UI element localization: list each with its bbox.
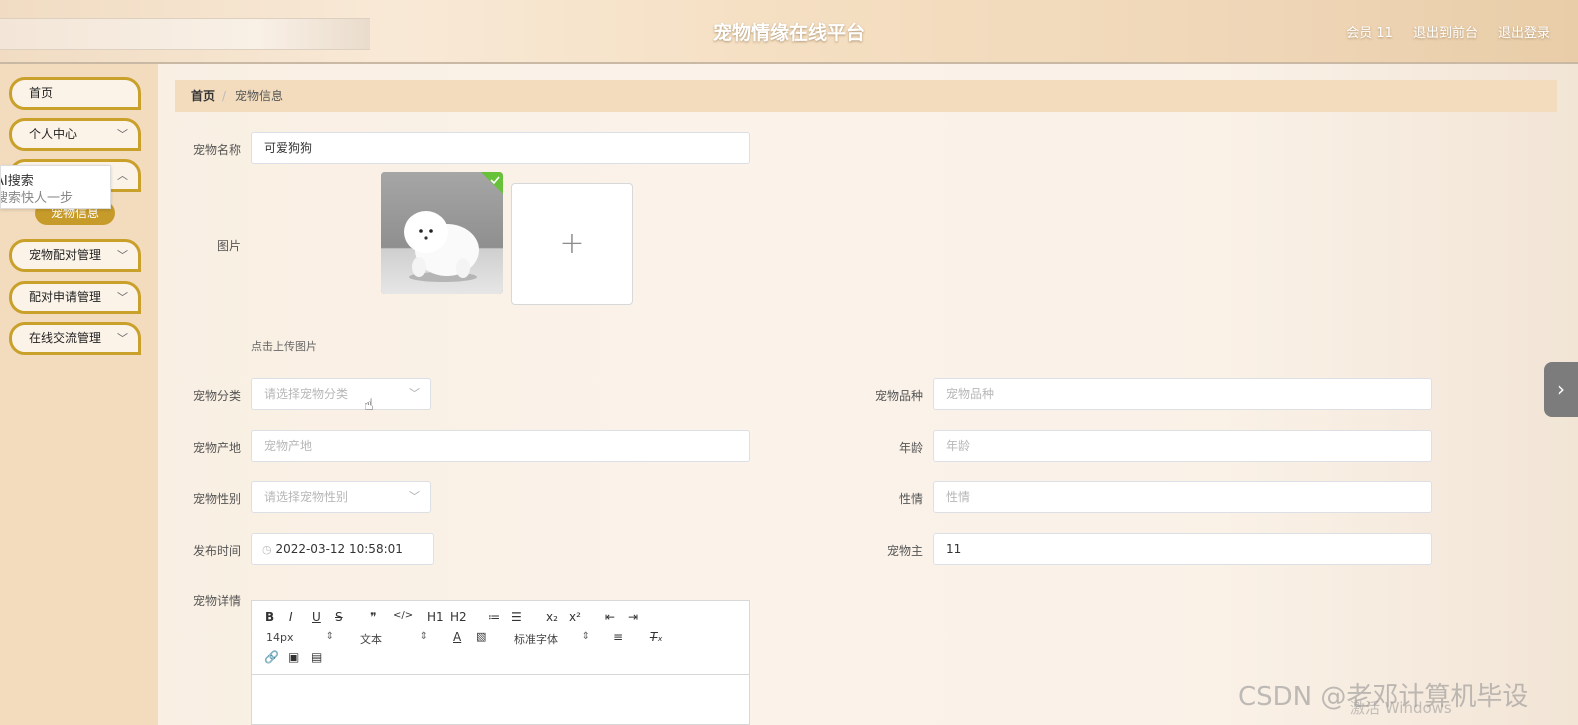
image-icon[interactable]: ▣ xyxy=(288,650,299,664)
font-size-select[interactable]: 14px ⇕ xyxy=(266,631,334,644)
gender-select[interactable]: 请选择宠物性别 ﹀ xyxy=(251,481,431,513)
bold-button[interactable]: B xyxy=(265,610,274,624)
sidebar-item-online-chat[interactable]: 在线交流管理 ﹀ xyxy=(9,322,141,355)
subscript-button[interactable]: x₂ xyxy=(546,610,558,624)
chevron-down-icon: ﹀ xyxy=(117,128,128,141)
temper-label: 性情 xyxy=(898,492,923,506)
ai-search-subtitle: 搜索快人一步 xyxy=(0,191,74,206)
chevron-down-icon: ﹀ xyxy=(117,249,128,262)
video-icon[interactable]: ▤ xyxy=(311,650,322,664)
sidebar-item-label: 配对申请管理 xyxy=(29,290,102,304)
breadcrumb: 首页 / 宠物信息 xyxy=(175,80,1557,112)
underline-button[interactable]: U xyxy=(312,610,321,624)
plus-icon: + xyxy=(559,226,585,261)
chevron-down-icon: ﹀ xyxy=(117,332,128,345)
breadcrumb-separator: / xyxy=(222,89,227,103)
font-family-value: 标准字体 xyxy=(514,633,558,646)
header-links: 会员 11 退出到前台 退出登录 xyxy=(1346,22,1550,41)
publish-time-picker[interactable]: ◷ 2022-03-12 10:58:01 xyxy=(251,533,434,565)
outdent-button[interactable]: ⇤ xyxy=(605,610,615,624)
header2-button[interactable]: H2 xyxy=(450,610,467,624)
font-family-select[interactable]: 标准字体 ⇕ xyxy=(514,631,590,647)
temper-input[interactable]: 性情 xyxy=(933,481,1432,513)
pet-name-input[interactable]: 可爱狗狗 xyxy=(251,132,750,164)
sidebar-item-pet-match[interactable]: 宠物配对管理 ﹀ xyxy=(9,239,141,272)
ordered-list-button[interactable]: ≔ xyxy=(488,610,500,624)
origin-input[interactable]: 宠物产地 xyxy=(251,430,750,462)
activate-windows-text: 激活 Windows xyxy=(1350,699,1452,717)
background-color-icon[interactable]: ▧ xyxy=(476,630,486,643)
image-label: 图片 xyxy=(216,239,241,253)
breadcrumb-home[interactable]: 首页 xyxy=(191,80,215,112)
sidebar-item-label: 宠物配对管理 xyxy=(29,248,102,262)
publish-time-value: 2022-03-12 10:58:01 xyxy=(275,542,403,556)
chevron-up-icon: ︿ xyxy=(117,169,128,182)
updown-icon: ⇕ xyxy=(581,631,590,642)
chevron-down-icon: ﹀ xyxy=(117,291,128,304)
age-input[interactable]: 年龄 xyxy=(933,430,1432,462)
updown-icon: ⇕ xyxy=(325,631,334,642)
header1-button[interactable]: H1 xyxy=(427,610,444,624)
hand-cursor-icon: ☝ xyxy=(364,395,374,414)
sidebar-item-match-apply[interactable]: 配对申请管理 ﹀ xyxy=(9,281,141,314)
editor-toolbar: B I U S ❞ </> H1 H2 ≔ ☰ x₂ x² ⇤ ⇥ 14px ⇕ … xyxy=(252,601,749,675)
text-style-value: 文本 xyxy=(360,633,382,646)
category-label: 宠物分类 xyxy=(192,389,241,403)
back-to-front-link[interactable]: 退出到前台 xyxy=(1413,22,1478,41)
sidebar-item-label: 个人中心 xyxy=(29,127,78,141)
upload-tip: 点击上传图片 xyxy=(251,340,317,353)
sidebar: 首页 个人中心 ﹀ ︿ 宠物信息 宠物配对管理 ﹀ 配对申请管理 ﹀ 在线交流管… xyxy=(0,64,158,725)
age-label: 年龄 xyxy=(898,441,923,455)
chevron-down-icon: ﹀ xyxy=(409,490,420,503)
time-label: 发布时间 xyxy=(192,544,241,558)
italic-button[interactable]: I xyxy=(289,610,293,624)
breed-label: 宠物品种 xyxy=(874,389,923,403)
ai-search-popup[interactable]: AI搜索 搜索快人一步 xyxy=(0,165,111,209)
strike-button[interactable]: S xyxy=(335,610,343,624)
blockquote-button[interactable]: ❞ xyxy=(370,610,376,624)
member-label: 会员 11 xyxy=(1346,26,1393,41)
sidebar-item-home[interactable]: 首页 xyxy=(9,77,141,110)
link-icon[interactable]: 🔗 xyxy=(264,650,279,664)
breed-input[interactable]: 宠物品种 xyxy=(933,378,1432,410)
breadcrumb-current: 宠物信息 xyxy=(235,89,284,103)
pet-photo-image xyxy=(381,172,503,294)
superscript-button[interactable]: x² xyxy=(569,610,581,624)
category-placeholder: 请选择宠物分类 xyxy=(264,387,349,401)
rich-text-editor[interactable]: B I U S ❞ </> H1 H2 ≔ ☰ x₂ x² ⇤ ⇥ 14px ⇕ … xyxy=(251,600,750,725)
sidebar-item-label: 在线交流管理 xyxy=(29,331,102,345)
bullet-list-button[interactable]: ☰ xyxy=(511,610,522,624)
clock-icon: ◷ xyxy=(262,543,272,556)
details-label: 宠物详情 xyxy=(192,594,241,608)
clear-format-icon[interactable]: T̶ₓ xyxy=(650,630,663,644)
indent-button[interactable]: ⇥ xyxy=(628,610,638,624)
font-color-icon[interactable]: A xyxy=(453,630,461,644)
chevron-down-icon: ﹀ xyxy=(409,387,420,400)
chevron-right-icon[interactable]: › xyxy=(1544,362,1578,417)
origin-label: 宠物产地 xyxy=(192,441,241,455)
pet-photo-thumbnail[interactable] xyxy=(381,172,503,294)
text-style-select[interactable]: 文本 ⇕ xyxy=(360,631,428,647)
image-upload-button[interactable]: + xyxy=(511,183,633,305)
category-select[interactable]: 请选择宠物分类 ﹀ xyxy=(251,378,431,410)
header-bar: 宠物情缘在线平台 会员 11 退出到前台 退出登录 xyxy=(0,0,1578,64)
sidebar-item-label: 首页 xyxy=(29,86,54,100)
code-block-button[interactable]: </> xyxy=(393,610,413,621)
owner-input[interactable]: 11 xyxy=(933,533,1432,565)
app-title: 宠物情缘在线平台 xyxy=(712,22,865,44)
name-label: 宠物名称 xyxy=(192,143,241,157)
gender-placeholder: 请选择宠物性别 xyxy=(264,490,349,504)
logout-link[interactable]: 退出登录 xyxy=(1498,22,1550,41)
owner-label: 宠物主 xyxy=(886,544,923,558)
gender-label: 宠物性别 xyxy=(192,492,241,506)
updown-icon: ⇕ xyxy=(419,631,428,642)
align-icon[interactable]: ≡ xyxy=(613,630,623,644)
sidebar-item-personal-center[interactable]: 个人中心 ﹀ xyxy=(9,118,141,151)
font-size-value: 14px xyxy=(266,631,294,644)
